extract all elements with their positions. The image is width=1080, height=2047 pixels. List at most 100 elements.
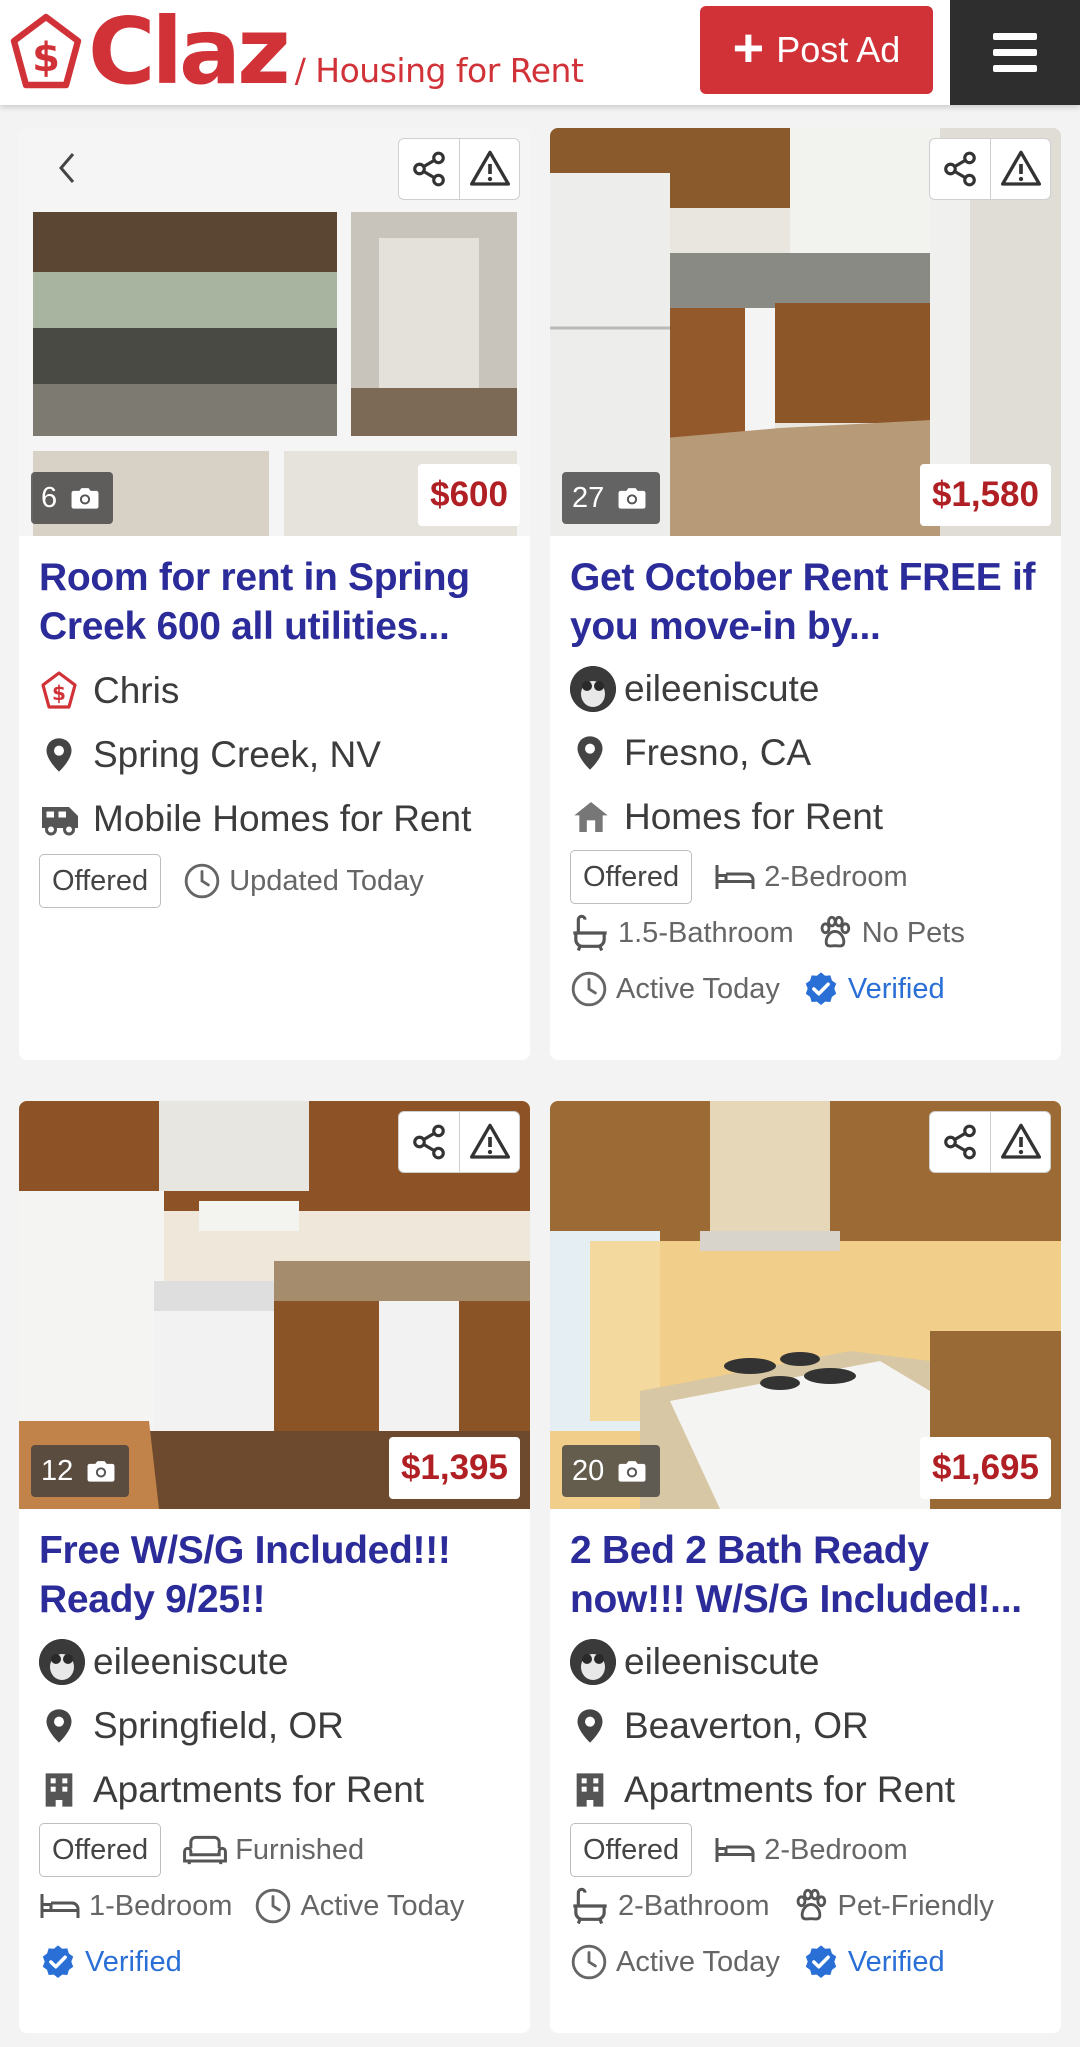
category-text: Homes for Rent <box>624 796 884 837</box>
bathroom-tag: 1.5-Bathroom <box>570 905 794 961</box>
offered-tag: Offered <box>39 854 162 908</box>
verified-badge: Verified <box>802 1934 945 1990</box>
updated-text: Updated Today <box>229 864 424 897</box>
location-row: Springfield, OR <box>39 1694 517 1758</box>
paw-icon <box>816 914 854 952</box>
report-button[interactable] <box>990 139 1050 199</box>
verified-text: Verified <box>847 1945 945 1978</box>
clock-icon <box>570 1943 608 1981</box>
location-pin-icon <box>570 733 610 773</box>
bathroom-text: 2-Bathroom <box>618 1889 770 1922</box>
share-icon <box>410 1123 448 1161</box>
share-button[interactable] <box>930 139 990 199</box>
listing-photo[interactable]: 20 $1,695 <box>550 1101 1061 1509</box>
verified-icon <box>39 1943 77 1981</box>
warning-icon <box>470 149 510 189</box>
listing-title[interactable]: Room for rent in Spring Creek 600 all ut… <box>39 553 517 651</box>
updated-meta: Active Today <box>570 1934 780 1990</box>
listing-photo[interactable]: 12 $1,395 <box>19 1101 530 1509</box>
building-icon <box>39 1770 79 1810</box>
share-button[interactable] <box>399 1112 459 1172</box>
location-pin-icon <box>39 735 79 775</box>
location-text: Spring Creek, NV <box>93 734 381 775</box>
price-badge: $1,695 <box>919 1437 1051 1499</box>
paw-icon <box>792 1887 830 1925</box>
report-button[interactable] <box>459 139 519 199</box>
camera-icon <box>614 1454 650 1488</box>
category-row[interactable]: Apartments for Rent <box>39 1758 517 1822</box>
report-button[interactable] <box>990 1112 1050 1172</box>
house-icon <box>570 797 612 837</box>
listing-card[interactable]: 6 $600 Room for rent in Spring Creek 600… <box>19 128 530 1060</box>
share-button[interactable] <box>930 1112 990 1172</box>
listing-card[interactable]: 12 $1,395 Free W/S/G Included!!! Ready 9… <box>19 1101 530 2033</box>
category-text: Mobile Homes for Rent <box>93 798 472 839</box>
updated-text: Active Today <box>616 972 780 1005</box>
listing-photo-collage[interactable]: 6 $600 <box>19 128 530 536</box>
claz-user-icon <box>39 671 79 711</box>
poster-name: Chris <box>93 670 180 711</box>
camera-icon <box>67 481 103 515</box>
bathroom-text: 1.5-Bathroom <box>618 916 794 949</box>
updated-meta: Updated Today <box>183 853 424 909</box>
category-row[interactable]: Apartments for Rent <box>570 1758 1048 1822</box>
warning-icon <box>1001 149 1041 189</box>
photo-count: 6 <box>31 472 114 524</box>
tag-list: Offered Furnished 1-Bedroom Active Today… <box>39 1822 517 1990</box>
updated-text: Active Today <box>616 1945 780 1978</box>
hamburger-menu-button[interactable] <box>950 0 1080 105</box>
poster-row[interactable]: Chris <box>39 659 517 723</box>
menu-bar <box>993 65 1037 72</box>
post-ad-button[interactable]: + Post Ad <box>700 6 933 94</box>
listing-title[interactable]: 2 Bed 2 Bath Ready now!!! W/S/G Included… <box>570 1526 1048 1624</box>
category-row[interactable]: Mobile Homes for Rent <box>39 787 517 851</box>
photo-count-value: 20 <box>572 1454 605 1487</box>
category-row[interactable]: Homes for Rent <box>570 785 1048 849</box>
bed-icon <box>39 1891 81 1921</box>
location-text: Springfield, OR <box>93 1705 344 1746</box>
listing-title[interactable]: Free W/S/G Included!!! Ready 9/25!! <box>39 1526 517 1624</box>
price-badge: $600 <box>418 464 520 526</box>
menu-bar <box>993 33 1037 40</box>
listing-actions <box>929 1111 1051 1173</box>
photo-count-value: 6 <box>41 481 58 514</box>
plus-icon: + <box>732 18 765 78</box>
photo-count: 27 <box>562 472 661 524</box>
listing-card[interactable]: 27 $1,580 Get October Rent FREE if you m… <box>550 128 1061 1060</box>
camera-icon <box>83 1454 119 1488</box>
avatar <box>39 1639 85 1685</box>
bedroom-text: 1-Bedroom <box>89 1889 233 1922</box>
bedroom-tag: 2-Bedroom <box>714 849 908 905</box>
claz-logo[interactable]: Claz / Housing for Rent <box>6 6 584 98</box>
share-button[interactable] <box>399 139 459 199</box>
avatar <box>570 666 616 712</box>
bathroom-tag: 2-Bathroom <box>570 1878 770 1934</box>
chevron-left-icon[interactable] <box>55 150 79 186</box>
listing-title[interactable]: Get October Rent FREE if you move-in by.… <box>570 553 1048 651</box>
report-button[interactable] <box>459 1112 519 1172</box>
bathtub-icon <box>570 913 610 953</box>
poster-row[interactable]: eileeniscute <box>39 1630 517 1694</box>
sofa-icon <box>183 1834 227 1866</box>
bed-icon <box>714 1835 756 1865</box>
pets-text: Pet-Friendly <box>837 1889 994 1922</box>
section-label[interactable]: / Housing for Rent <box>295 51 584 90</box>
tag-list: Offered Updated Today <box>39 853 517 909</box>
clock-icon <box>183 862 221 900</box>
verified-text: Verified <box>85 1945 182 1978</box>
listing-card[interactable]: 20 $1,695 2 Bed 2 Bath Ready now!!! W/S/… <box>550 1101 1061 2033</box>
poster-name: eileeniscute <box>624 1641 820 1682</box>
poster-row[interactable]: eileeniscute <box>570 657 1048 721</box>
camera-icon <box>614 481 650 515</box>
furnished-text: Furnished <box>235 1833 365 1866</box>
verified-icon <box>802 1943 840 1981</box>
verified-badge: Verified <box>39 1934 182 1990</box>
verified-icon <box>802 970 840 1008</box>
verified-text: Verified <box>847 972 945 1005</box>
share-icon <box>410 150 448 188</box>
updated-meta: Active Today <box>570 961 780 1017</box>
pets-tag: Pet-Friendly <box>792 1878 994 1934</box>
listing-photo[interactable]: 27 $1,580 <box>550 128 1061 536</box>
furnished-tag: Furnished <box>183 1822 364 1878</box>
poster-row[interactable]: eileeniscute <box>570 1630 1048 1694</box>
